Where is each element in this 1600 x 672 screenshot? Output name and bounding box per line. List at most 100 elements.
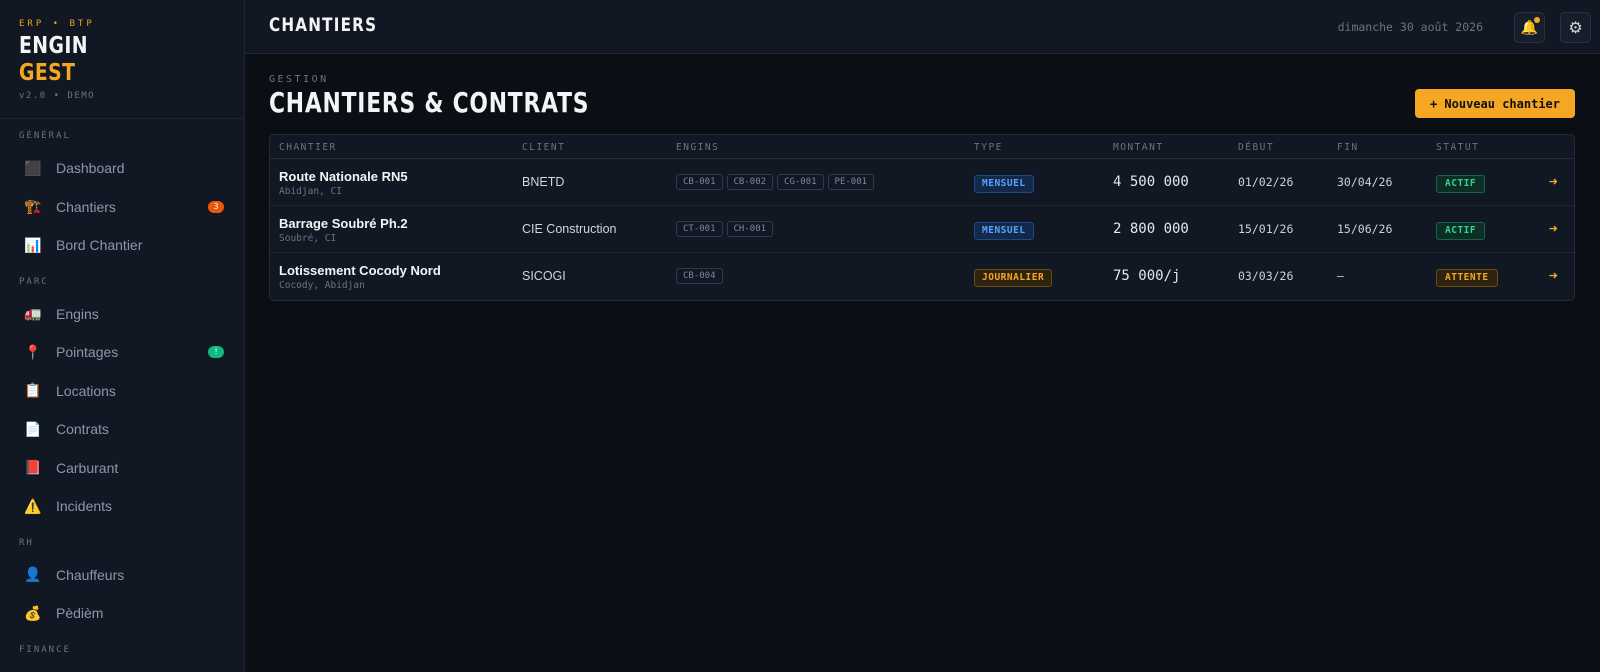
chantier-name[interactable]: Barrage Soubré Ph.2: [279, 216, 408, 231]
chantier-name[interactable]: Route Nationale RN5: [279, 169, 408, 184]
sidebar-nav: GÉNÉRAL ⬛ Dashboard 🏗️ Chantiers 3 📊 Bord Chant…: [0, 119, 244, 672]
nav-section-label: PARC: [19, 276, 49, 287]
notifications-button[interactable]: 🔔: [1514, 12, 1545, 43]
sidebar-item-chantiers[interactable]: 🏗️ Chantiers 3: [0, 188, 244, 227]
engin-chip[interactable]: CB-001: [676, 174, 723, 190]
header-fin[interactable]: FIN: [1337, 142, 1359, 153]
sidebar-item-label: Incidents: [56, 498, 113, 515]
user-icon: 👤: [24, 566, 42, 583]
truck-icon: 🚛: [24, 305, 42, 322]
fin-cell: 30/04/26: [1337, 175, 1393, 189]
debut-cell: 03/03/26: [1238, 269, 1294, 283]
sidebar-item-carburant[interactable]: 📕 Carburant: [0, 449, 244, 488]
table-row[interactable]: Route Nationale RN5 Abidjan, CI BNETD CB-00…: [270, 159, 1574, 206]
debut-cell: 15/01/26: [1238, 222, 1294, 236]
client-cell: BNETD: [522, 175, 565, 189]
table-body: Route Nationale RN5 Abidjan, CI BNETD CB-00…: [270, 159, 1574, 300]
sidebar-item-pointages[interactable]: 📍 Pointages!: [0, 333, 244, 372]
sidebar-item-pediem[interactable]: 💰 Pèdièm: [0, 594, 244, 633]
type-badge: MENSUEL: [974, 222, 1034, 240]
sidebar-item-chauffeurs[interactable]: 👤 Chauffeurs: [0, 556, 244, 595]
client-cell: CIE Construction: [522, 222, 617, 236]
arrow-right-icon[interactable]: ➜: [1549, 269, 1558, 282]
header-engins[interactable]: ENGINS: [676, 142, 719, 153]
dashboard-icon: ⬛: [24, 159, 42, 176]
header-type[interactable]: TYPE: [974, 142, 1003, 153]
header-client[interactable]: CLIENT: [522, 142, 565, 153]
engin-chip[interactable]: CB-002: [726, 174, 774, 190]
document-icon: 📄: [24, 420, 42, 437]
sidebar-item-item[interactable]: 📄: [0, 663, 244, 672]
engin-chip[interactable]: CT-001: [676, 221, 723, 237]
statut-cell: ACTIF: [1436, 173, 1486, 193]
status-badge: ACTIF: [1436, 175, 1486, 193]
sidebar-item-label: Chantiers: [56, 198, 116, 215]
montant-cell: 75 000/j: [1113, 268, 1181, 284]
arrow-right-icon[interactable]: ➜: [1549, 222, 1558, 235]
sidebar: ERP • BTP ENGIN GEST v2.0 • DEMO GÉNÉRAL…: [0, 0, 245, 672]
sidebar-item-label: Chauffeurs: [56, 566, 125, 583]
brand-version: v2.0 • DEMO: [19, 91, 96, 101]
header-debut[interactable]: DÉBUT: [1238, 142, 1274, 153]
sidebar-item-locations[interactable]: 📋 Locations: [0, 372, 244, 411]
chantier-location: Soubré, CI: [279, 233, 337, 244]
sidebar-item-label: Pointages: [56, 344, 119, 361]
chantier-name[interactable]: Lotissement Cocody Nord: [279, 263, 441, 278]
client-cell: SICOGI: [522, 269, 566, 283]
statut-cell: ATTENTE: [1436, 267, 1498, 287]
sidebar-item-label: Dashboard: [56, 160, 125, 177]
new-chantier-button[interactable]: + Nouveau chantier: [1414, 89, 1575, 118]
montant-cell: 4 500 000: [1113, 174, 1189, 190]
sidebar-item-label: Pèdièm: [56, 605, 104, 622]
type-cell: JOURNALIER: [974, 267, 1053, 287]
brand-name-line1: ENGIN: [19, 33, 89, 59]
engins-cell: CB-001 CB-002 CG-001 PE-001: [676, 174, 875, 190]
chantier-cell: Route Nationale RN5 Abidjan, CI: [279, 169, 408, 197]
gear-icon: ⚙: [1568, 19, 1583, 37]
sidebar-item-label: Carburant: [56, 459, 119, 476]
engin-chip[interactable]: PE-001: [827, 174, 875, 190]
page-eyebrow: GESTION: [269, 74, 329, 85]
brand-tag: ERP • BTP: [19, 19, 95, 29]
engin-chip[interactable]: CH-001: [726, 221, 774, 237]
sidebar-item-bord-chantier[interactable]: 📊 Bord Chantier: [0, 226, 244, 265]
notification-dot: [1534, 17, 1540, 23]
nav-section-label: GÉNÉRAL: [19, 131, 71, 141]
arrow-right-icon[interactable]: ➜: [1549, 175, 1558, 188]
sidebar-item-engins[interactable]: 🚛 Engins: [0, 295, 244, 334]
table-header: CHANTIER CLIENT ENGINS TYPE MONTANT DÉBU…: [270, 135, 1574, 159]
topbar: CHANTIERS dimanche 30 août 2026 🔔 ⚙: [245, 0, 1600, 54]
count-badge: 3: [208, 200, 224, 213]
warning-icon: ⚠️: [24, 497, 42, 514]
engins-cell: CT-001 CH-001: [676, 221, 774, 237]
engin-chip[interactable]: CB-004: [676, 268, 723, 284]
chantier-cell: Lotissement Cocody Nord Cocody, Abidjan: [279, 263, 441, 291]
engin-chip[interactable]: CG-001: [777, 174, 824, 190]
clipboard-icon: 📋: [24, 382, 42, 399]
statut-cell: ACTIF: [1436, 220, 1486, 240]
nav-section-label: RH: [19, 537, 34, 548]
sidebar-item-dashboard[interactable]: ⬛ Dashboard: [0, 149, 244, 188]
status-badge: ACTIF: [1436, 222, 1486, 240]
table-row[interactable]: Barrage Soubré Ph.2 Soubré, CI CIE Constru…: [270, 206, 1574, 253]
chantier-cell: Barrage Soubré Ph.2 Soubré, CI: [279, 216, 408, 244]
fuel-icon: 📕: [24, 459, 42, 476]
type-badge: JOURNALIER: [974, 269, 1053, 287]
brand: ERP • BTP ENGIN GEST v2.0 • DEMO: [0, 0, 244, 119]
current-date: dimanche 30 août 2026: [1337, 20, 1483, 34]
sidebar-item-incidents[interactable]: ⚠️ Incidents: [0, 487, 244, 526]
settings-button[interactable]: ⚙: [1560, 12, 1591, 43]
nav-section-label: FINANCE: [19, 644, 71, 655]
chantier-location: Abidjan, CI: [279, 186, 342, 197]
header-chantier[interactable]: CHANTIER: [279, 142, 337, 153]
status-badge: ATTENTE: [1436, 269, 1498, 287]
sidebar-item-label: Locations: [56, 382, 116, 399]
sidebar-item-contrats[interactable]: 📄 Contrats: [0, 410, 244, 449]
sidebar-item-label: Engins: [56, 305, 99, 322]
chantier-location: Cocody, Abidjan: [279, 280, 365, 291]
header-montant[interactable]: MONTANT: [1113, 142, 1164, 153]
sidebar-item-label: Contrats: [56, 421, 109, 438]
engins-cell: CB-004: [676, 268, 723, 284]
header-statut[interactable]: STATUT: [1436, 142, 1479, 153]
table-row[interactable]: Lotissement Cocody Nord Cocody, Abidjan SI…: [270, 253, 1574, 300]
